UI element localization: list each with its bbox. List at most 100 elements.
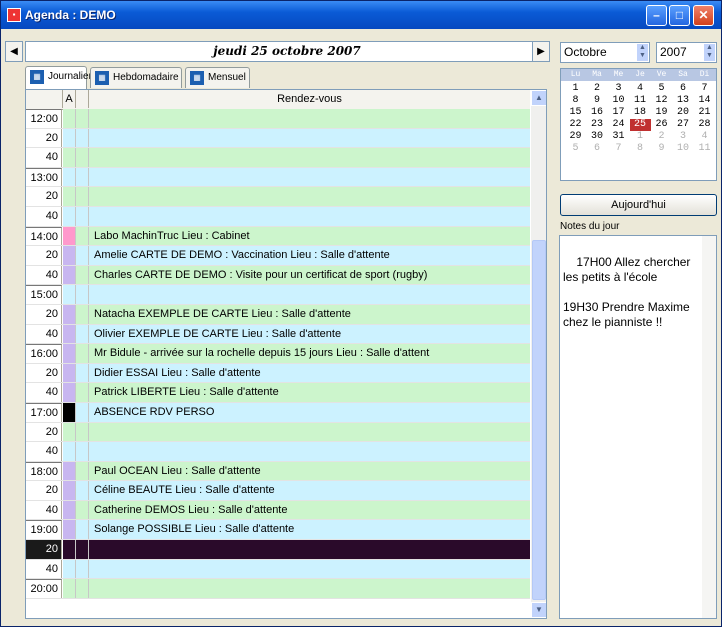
tab-journalier[interactable]: ▦ Journalier <box>25 66 92 89</box>
appointment-text[interactable]: Solange POSSIBLE Lieu : Salle d'attente <box>89 520 530 540</box>
time-slot-row[interactable]: 20 Natacha EXEMPLE DE CARTE Lieu : Salle … <box>26 304 530 325</box>
calendar-day[interactable]: 29 <box>565 131 586 143</box>
minimize-button[interactable]: – <box>646 5 667 26</box>
calendar-day[interactable]: 27 <box>673 119 694 131</box>
time-slot-row[interactable]: 12:00 <box>26 109 530 129</box>
time-slot-row[interactable]: 20 <box>26 128 530 149</box>
time-slot-row[interactable]: 14:00 Labo MachinTruc Lieu : Cabinet <box>26 226 530 247</box>
calendar-day[interactable]: 21 <box>694 107 715 119</box>
time-slot-row[interactable]: 20 <box>26 187 530 207</box>
calendar-day[interactable]: 7 <box>608 143 629 155</box>
month-spin-icon[interactable]: ▲ ▼ <box>637 44 648 61</box>
scroll-down-icon[interactable]: ▼ <box>531 602 546 618</box>
appointment-text[interactable]: Natacha EXEMPLE DE CARTE Lieu : Salle d'… <box>89 304 530 324</box>
scroll-thumb[interactable] <box>532 240 546 600</box>
appointment-text[interactable] <box>89 167 530 187</box>
appointment-text[interactable] <box>89 109 530 128</box>
time-slot-row[interactable]: 13:00 <box>26 167 530 188</box>
title-bar[interactable]: ▪ Agenda : DEMO – □ ✕ <box>1 1 721 29</box>
calendar-day[interactable]: 11 <box>630 95 651 107</box>
calendar-day[interactable]: 5 <box>651 83 672 95</box>
tab-mensuel[interactable]: ▦ Mensuel <box>185 67 250 88</box>
time-slot-row[interactable]: 19:00 Solange POSSIBLE Lieu : Salle d'att… <box>26 520 530 541</box>
appointment-text[interactable] <box>89 128 530 148</box>
calendar-day[interactable]: 13 <box>673 95 694 107</box>
calendar-day[interactable]: 10 <box>608 95 629 107</box>
calendar-day[interactable]: 16 <box>587 107 608 119</box>
calendar-day[interactable]: 18 <box>630 107 651 119</box>
calendar-day[interactable]: 17 <box>608 107 629 119</box>
appointment-text[interactable] <box>89 422 530 442</box>
time-slot-row[interactable]: 40 <box>26 559 530 580</box>
time-slot-row[interactable]: 40 Charles CARTE DE DEMO : Visite pour un… <box>26 265 530 286</box>
calendar-day[interactable]: 3 <box>673 131 694 143</box>
appointment-text[interactable]: Mr Bidule - arrivée sur la rochelle depu… <box>89 344 530 363</box>
calendar-day[interactable]: 24 <box>608 119 629 131</box>
appointment-text[interactable]: Labo MachinTruc Lieu : Cabinet <box>89 226 530 246</box>
appointment-text[interactable]: Charles CARTE DE DEMO : Visite pour un c… <box>89 265 530 285</box>
grid-scrollbar[interactable]: ▲ ▼ <box>531 90 546 618</box>
calendar-day[interactable]: 30 <box>587 131 608 143</box>
year-select[interactable]: 2007 ▲ ▼ <box>656 42 717 63</box>
calendar-day[interactable]: 5 <box>565 143 586 155</box>
rendez-vous-column-header[interactable]: Rendez-vous <box>88 90 530 108</box>
calendar-day[interactable]: 6 <box>673 83 694 95</box>
appointment-text[interactable] <box>89 187 530 206</box>
calendar-day[interactable]: 19 <box>651 107 672 119</box>
day-notes-textarea[interactable]: 17H00 Allez chercher les petits à l'écol… <box>559 235 717 619</box>
selected-time-slot[interactable]: 20 <box>26 540 530 560</box>
year-spin-icon[interactable]: ▲ ▼ <box>704 44 715 61</box>
calendar-day-today[interactable]: 25 <box>629 119 651 131</box>
time-slot-row[interactable]: 40 Patrick LIBERTE Lieu : Salle d'attente <box>26 383 530 403</box>
calendar-day[interactable]: 20 <box>673 107 694 119</box>
calendar-day[interactable]: 1 <box>630 131 651 143</box>
month-select[interactable]: Octobre ▲ ▼ <box>560 42 650 63</box>
calendar-day[interactable]: 4 <box>694 131 715 143</box>
calendar-day[interactable]: 10 <box>673 143 694 155</box>
calendar-day[interactable]: 4 <box>630 83 651 95</box>
time-slot-row[interactable]: 40 <box>26 148 530 168</box>
appointment-text[interactable] <box>89 559 530 579</box>
a-column-header[interactable]: A <box>63 90 76 108</box>
calendar-day[interactable]: 1 <box>565 83 586 95</box>
time-slot-row[interactable]: 40 <box>26 442 530 462</box>
time-slot-row[interactable]: 20:00 <box>26 579 530 599</box>
time-slot-row[interactable]: 40 Catherine DEMOS Lieu : Salle d'attente <box>26 500 530 521</box>
calendar-day[interactable]: 23 <box>587 119 608 131</box>
appointment-text[interactable]: Amelie CARTE DE DEMO : Vaccination Lieu … <box>89 246 530 265</box>
calendar-day[interactable]: 8 <box>630 143 651 155</box>
appointment-text[interactable] <box>89 579 530 598</box>
calendar-day[interactable]: 26 <box>651 119 672 131</box>
appointment-text[interactable]: Olivier EXEMPLE DE CARTE Lieu : Salle d'… <box>89 324 530 344</box>
time-slot-row[interactable]: 40 <box>26 206 530 227</box>
calendar-day[interactable]: 14 <box>694 95 715 107</box>
calendar-day[interactable]: 6 <box>587 143 608 155</box>
previous-day-button[interactable]: ◀ <box>5 41 23 62</box>
calendar-day[interactable]: 12 <box>651 95 672 107</box>
time-slot-row[interactable]: 20 <box>26 422 530 443</box>
appointment-text[interactable]: Patrick LIBERTE Lieu : Salle d'attente <box>89 383 530 402</box>
appointment-text[interactable]: ABSENCE RDV PERSO <box>89 402 530 422</box>
calendar-day[interactable]: 22 <box>565 119 586 131</box>
calendar-day[interactable]: 28 <box>694 119 715 131</box>
today-button[interactable]: Aujourd'hui <box>560 194 717 216</box>
calendar-day[interactable]: 9 <box>651 143 672 155</box>
tab-hebdomadaire[interactable]: ▦ Hebdomadaire <box>90 67 182 88</box>
time-slot-row[interactable]: 20 Didier ESSAI Lieu : Salle d'attente <box>26 363 530 384</box>
time-slot-row[interactable]: 20 Amelie CARTE DE DEMO : Vaccination Lie… <box>26 246 530 266</box>
appointment-text[interactable] <box>89 206 530 226</box>
appointment-text[interactable] <box>89 442 530 461</box>
time-slot-row[interactable]: 20 Céline BEAUTE Lieu : Salle d'attente <box>26 481 530 501</box>
calendar-day[interactable]: 9 <box>587 95 608 107</box>
calendar-day[interactable]: 7 <box>694 83 715 95</box>
scroll-up-icon[interactable]: ▲ <box>531 90 546 106</box>
close-button[interactable]: ✕ <box>693 5 714 26</box>
calendar-day[interactable]: 31 <box>608 131 629 143</box>
appointment-text[interactable] <box>89 540 530 559</box>
calendar-day[interactable]: 8 <box>565 95 586 107</box>
appointment-text[interactable] <box>89 148 530 167</box>
time-slot-row[interactable]: 15:00 <box>26 285 530 305</box>
time-slot-row[interactable]: 18:00 Paul OCEAN Lieu : Salle d'attente <box>26 461 530 482</box>
calendar-day[interactable]: 11 <box>694 143 715 155</box>
calendar-day[interactable]: 15 <box>565 107 586 119</box>
